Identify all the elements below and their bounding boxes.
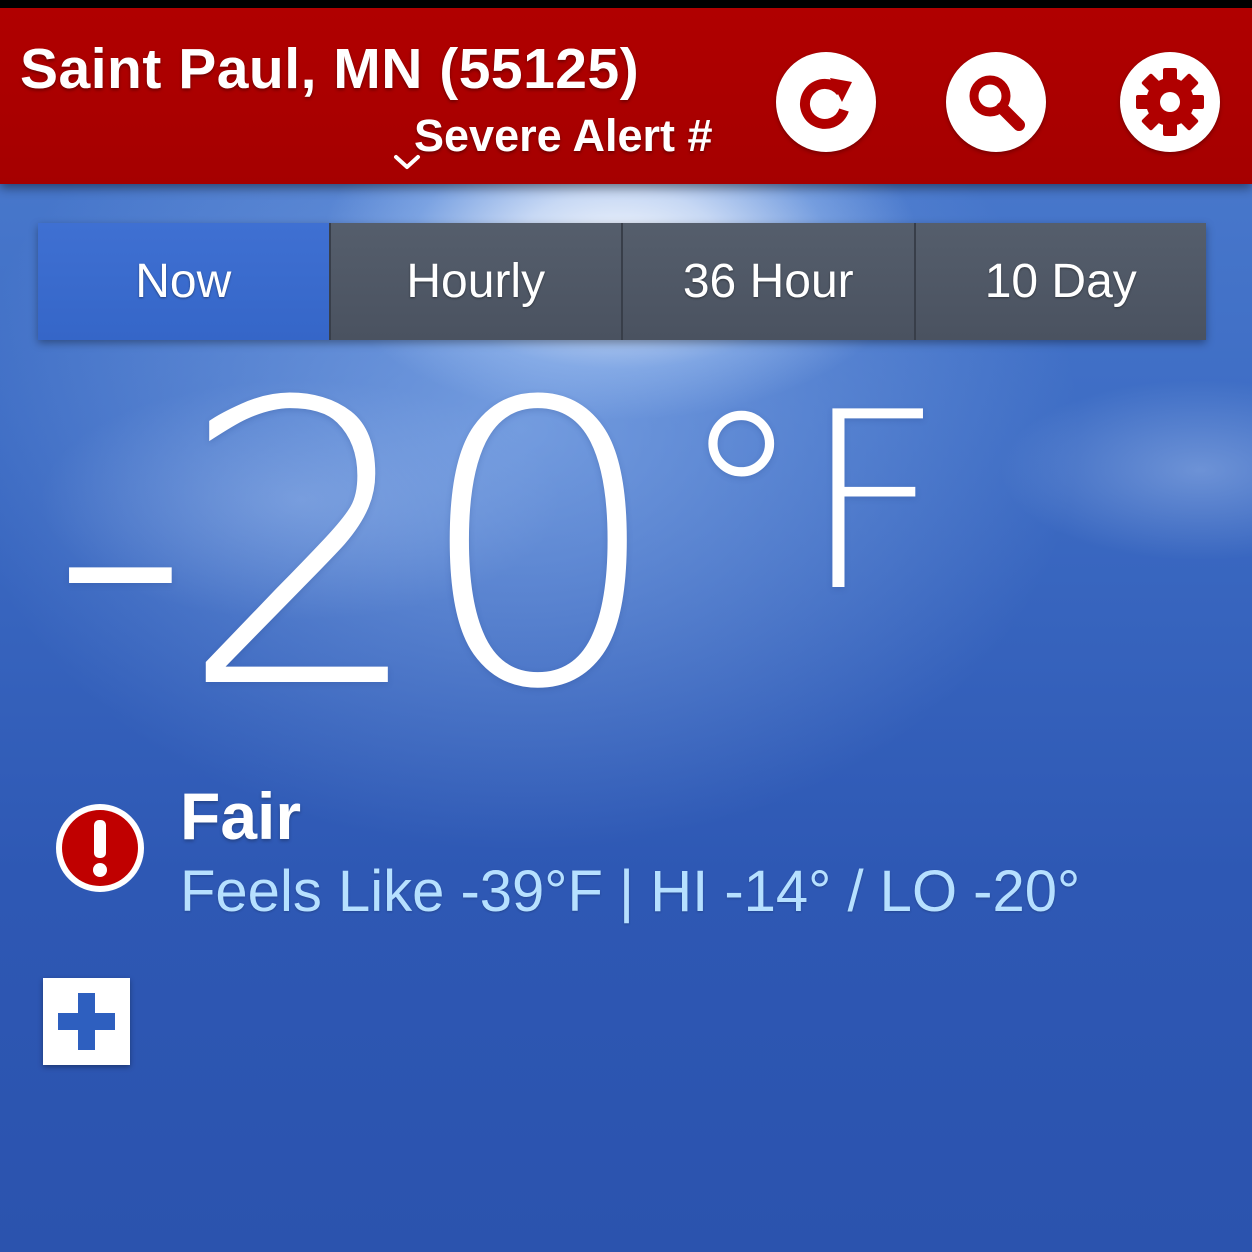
refresh-icon (799, 78, 852, 129)
refresh-button[interactable] (776, 52, 876, 152)
search-button[interactable] (946, 52, 1046, 152)
tab-36-hour[interactable]: 36 Hour (621, 223, 914, 340)
status-strip (0, 0, 1252, 8)
temperature-unit: °F (680, 360, 944, 645)
location-title[interactable]: Saint Paul, MN (55125) (20, 36, 639, 102)
gear-icon (1136, 68, 1204, 136)
condition-text: Fair (180, 779, 302, 853)
tab-10-day[interactable]: 10 Day (913, 223, 1206, 340)
weather-app-screen: Saint Paul, MN (55125) Severe Alert # No… (0, 0, 1252, 1252)
app-header: Saint Paul, MN (55125) Severe Alert # (0, 8, 1252, 184)
severe-alert-text: Severe Alert # (414, 110, 713, 161)
severe-alert-ticker[interactable]: Severe Alert # (390, 110, 755, 172)
feels-like-hi-lo: Feels Like -39°F | HI -14° / LO -20° (180, 859, 1081, 924)
expand-details-button[interactable] (43, 978, 130, 1065)
temperature-value: -20 (50, 320, 663, 774)
search-icon (969, 75, 1025, 131)
settings-button[interactable] (1120, 52, 1220, 152)
current-temperature: -20 °F (50, 320, 943, 774)
alert-exclamation-icon[interactable] (52, 800, 148, 896)
